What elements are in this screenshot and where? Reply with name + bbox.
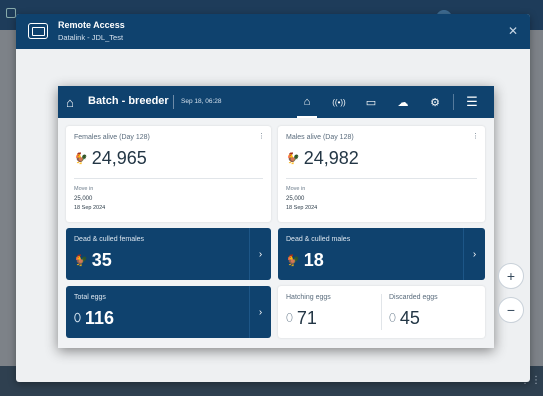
egg-icon: ⬯ [389,312,396,324]
dead-culled-females-value-row: 🐓 35 [74,250,112,271]
more-icon[interactable]: ⋮ [472,132,479,140]
dialog-subtitle: Datalink - JDL_Test [58,33,124,42]
dead-culled-males-label: Dead & culled males [286,236,351,243]
discarded-eggs-label: Discarded eggs [389,294,438,301]
move-in-value: 25,000 [74,196,93,202]
app-nav: ⌂ ((•)) ▭ ☁ ⚙ ☰ [291,86,488,118]
bird-icon: 🐓 [286,153,300,165]
dead-culled-males-card[interactable]: Dead & culled males 🐓 18 › [278,228,485,280]
dead-culled-females-value: 35 [91,250,112,270]
chevron-right-icon[interactable]: › [463,228,485,280]
eggs-breakdown-card: Hatching eggs ⬯ 71 Discarded eggs ⬯ 45 [278,286,485,338]
dead-culled-females-label: Dead & culled females [74,236,145,243]
batch-icon[interactable]: ⌂ [291,86,323,118]
dead-culled-males-value-row: 🐓 18 [286,250,324,271]
bird-icon: 🐓 [74,153,88,165]
chevron-right-icon[interactable]: › [249,286,271,338]
egg-icon: ⬯ [74,312,81,324]
females-alive-card: Females alive (Day 128) ⋮ 🐓 24,965 Move … [66,126,271,222]
card-divider [74,178,263,179]
header-divider [173,95,174,109]
remote-access-icon [28,23,48,39]
move-in-label: Move in [286,186,306,192]
total-eggs-label: Total eggs [74,294,106,301]
signal-icon[interactable]: ((•)) [323,86,355,118]
batch-screen: ⌂ Batch - breeder Sep 18, 06:28 ⌂ ((•)) … [58,86,494,348]
dead-bird-icon: 🐓 [286,255,300,267]
more-icon[interactable]: ⋮ [258,132,265,140]
hatching-eggs-value-row: ⬯ 71 [286,308,317,329]
card-divider [381,294,382,330]
gear-icon[interactable]: ⚙ [419,86,451,118]
dead-culled-males-value: 18 [303,250,324,270]
total-eggs-value-row: ⬯ 116 [74,308,114,329]
chevron-right-icon[interactable]: › [249,228,271,280]
remote-access-dialog: Remote Access Datalink - JDL_Test ✕ ⌂ Ba… [16,14,530,382]
egg-icon: ⬯ [286,312,293,324]
menu-icon[interactable]: ☰ [456,86,488,118]
discarded-eggs-value: 45 [399,308,420,328]
dialog-title: Remote Access [58,20,125,30]
move-in-value: 25,000 [286,196,305,202]
background-window-icon [6,8,16,18]
total-eggs-value: 116 [84,308,114,328]
app-title: Batch - breeder [88,95,169,107]
cloud-icon[interactable]: ☁ [387,86,419,118]
males-alive-label: Males alive (Day 128) [286,134,354,141]
dead-culled-females-card[interactable]: Dead & culled females 🐓 35 › [66,228,271,280]
move-in-date: 18 Sep 2024 [286,205,318,211]
males-alive-value: 24,982 [303,148,359,168]
screen-icon[interactable]: ▭ [355,86,387,118]
females-alive-value: 24,965 [91,148,147,168]
males-alive-card: Males alive (Day 128) ⋮ 🐓 24,982 Move in… [278,126,485,222]
batch-logo-icon: ⌂ [66,95,74,110]
move-in-date: 18 Sep 2024 [74,205,106,211]
total-eggs-card[interactable]: Total eggs ⬯ 116 › [66,286,271,338]
males-alive-value-row: 🐓 24,982 [286,148,359,169]
close-icon[interactable]: ✕ [508,24,518,38]
zoom-in-button[interactable]: + [498,263,524,289]
females-alive-value-row: 🐓 24,965 [74,148,147,169]
discarded-eggs-value-row: ⬯ 45 [389,308,420,329]
zoom-out-button[interactable]: − [498,297,524,323]
nav-divider [453,94,454,110]
hatching-eggs-label: Hatching eggs [286,294,331,301]
app-date: Sep 18, 06:28 [181,98,222,105]
females-alive-label: Females alive (Day 128) [74,134,150,141]
card-divider [286,178,477,179]
app-header: ⌂ Batch - breeder Sep 18, 06:28 ⌂ ((•)) … [58,86,494,118]
move-in-label: Move in [74,186,94,192]
dialog-header: Remote Access Datalink - JDL_Test ✕ [16,14,530,49]
hatching-eggs-value: 71 [296,308,317,328]
dead-bird-icon: 🐓 [74,255,88,267]
